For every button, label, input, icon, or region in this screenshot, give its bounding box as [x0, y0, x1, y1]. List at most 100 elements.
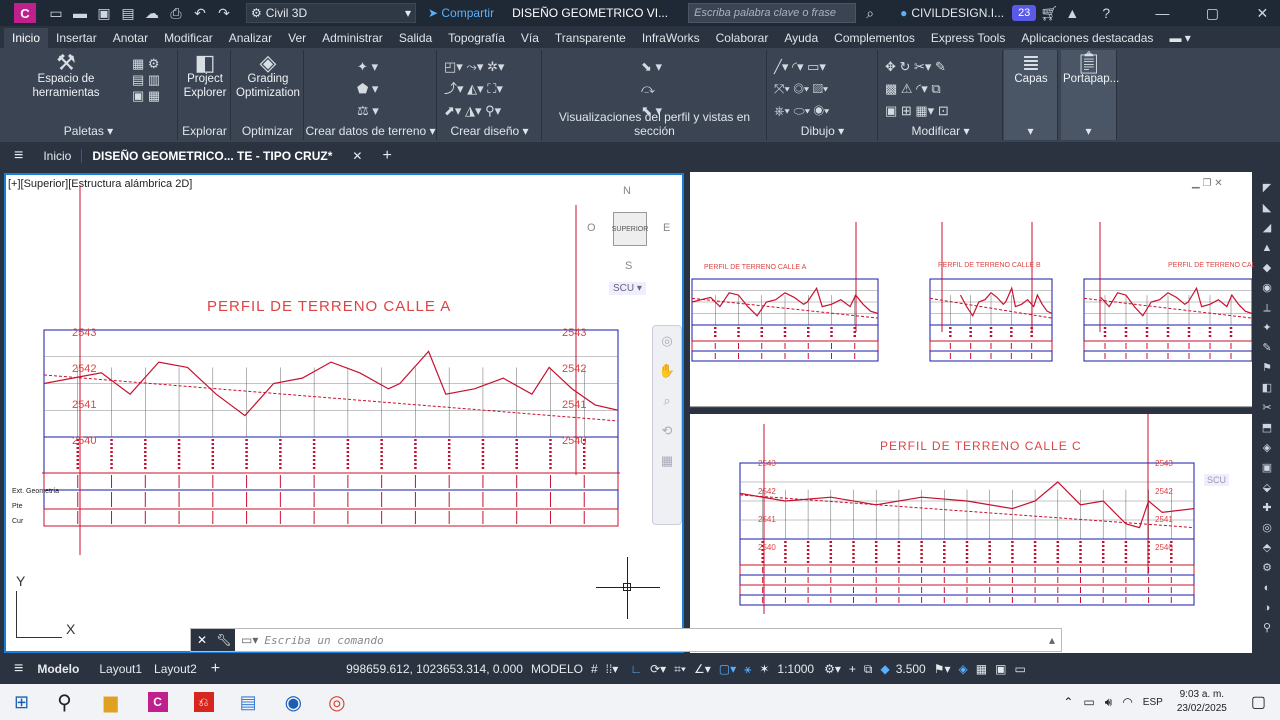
tab-start[interactable]: Inicio — [33, 149, 81, 163]
app-icon[interactable]: ◉ — [285, 690, 302, 715]
menu-icon[interactable]: ≡ — [14, 660, 23, 678]
viewport-right-bottom[interactable]: PERFIL DE TERRENO CALLE C 2543 2542 2541… — [690, 414, 1252, 653]
project-explorer-button[interactable]: ◧ Project Explorer — [181, 52, 229, 100]
viewport-right-top[interactable]: PERFIL DE TERRENO CALLE A PERFIL DE TERR… — [690, 172, 1264, 408]
civil3d-taskbar-icon[interactable]: C — [147, 692, 168, 712]
menu-icon[interactable]: ≡ — [0, 147, 33, 165]
tool-icons[interactable]: ◤ ◣ ◢ ▲ ◆ ◉ ⟂ ✦ ✎ ⚑ ◧ ✂ ⬒ ◈ ▣ ⬙ ✚ ◎ ⬘ ⚙ ◐ ◑ ⚲ — [1254, 172, 1280, 638]
add-layout-icon[interactable]: + — [211, 660, 220, 678]
cloud-icon[interactable]: ☁ — [144, 5, 160, 22]
ortho-icon[interactable]: ∟ — [630, 662, 642, 676]
tab-model[interactable]: Modelo — [37, 662, 79, 676]
close-icon[interactable]: ✕ — [191, 629, 213, 651]
ribbon-tab[interactable]: Ver — [280, 28, 314, 48]
undo-icon[interactable]: ↶ — [192, 5, 208, 22]
workspace-selector[interactable]: ⚙ Civil 3D ▾ — [246, 3, 416, 23]
navigation-bar[interactable]: ◎ ✋ ⌕ ⟲ ▦ — [652, 325, 682, 525]
viewcube-face[interactable]: SUPERIOR — [612, 212, 648, 246]
new-icon[interactable]: ▭ — [48, 5, 64, 22]
wrench-icon[interactable]: 🔧︎ — [213, 629, 235, 651]
tray-chevron-icon[interactable]: ⌃ — [1063, 695, 1073, 709]
ribbon-overflow-icon[interactable]: ▬ ▾ — [1161, 28, 1198, 48]
clean-screen-icon[interactable]: ◈ — [959, 662, 968, 676]
ribbon-tab[interactable]: Express Tools — [923, 28, 1013, 48]
ucs-menu[interactable]: SCU ▾ — [609, 282, 646, 295]
notifications-icon[interactable]: ▢ — [1251, 692, 1266, 712]
ribbon-tab[interactable]: Complementos — [826, 28, 923, 48]
viewcube[interactable]: N O E S SUPERIOR SCU ▾ — [579, 182, 679, 302]
steering-wheel-icon[interactable]: ◎ — [653, 326, 681, 356]
transparency-icon[interactable]: ▢▾ — [719, 662, 736, 676]
command-line[interactable]: ✕ 🔧︎ ▭▾ Escriba un comando ▴ — [190, 628, 1062, 652]
share-button[interactable]: ➤ Compartir — [428, 6, 494, 20]
ribbon-tab[interactable]: Vía — [513, 28, 547, 48]
tab-layout1[interactable]: Layout1 — [99, 662, 142, 676]
ucs-menu[interactable]: SCU — [1204, 474, 1230, 486]
annotation-scale[interactable]: 1:1000 — [777, 662, 814, 676]
ribbon-tab[interactable]: Topografía — [440, 28, 513, 48]
zoom-icon[interactable]: ⌕ — [653, 386, 681, 416]
viewport-window-controls[interactable]: ▁ ❐ ✕ — [1192, 178, 1223, 189]
grading-button[interactable]: ◈ Grading Optimization — [234, 52, 302, 100]
ribbon-tab[interactable]: Modificar — [156, 28, 221, 48]
language[interactable]: ESP — [1143, 697, 1163, 708]
close-tab-icon[interactable]: ✕ — [342, 149, 372, 163]
elevation-value[interactable]: 3.500 — [896, 662, 926, 676]
windows-start-icon[interactable]: ⊞ — [14, 692, 29, 713]
ribbon-tab[interactable]: Inicio — [4, 28, 49, 48]
print-icon[interactable]: ⎙ — [168, 5, 184, 22]
orbit-icon[interactable]: ⟲ — [653, 416, 681, 446]
modify-tools[interactable]: ✥ ↻ ✂▾ ✎ ▩ ⚠ ◜▾ ⧉ ▣ ⊞ ▦▾ ⊡ — [885, 56, 949, 122]
ribbon-tab[interactable]: Administrar — [314, 28, 391, 48]
ribbon-tab[interactable]: Anotar — [105, 28, 156, 48]
notifications-badge[interactable]: 23 — [1012, 5, 1037, 21]
close-icon[interactable]: ✕ — [1254, 5, 1270, 22]
fullscreen-icon[interactable]: ▣ — [995, 662, 1006, 676]
lineweight-icon[interactable]: ∠▾ — [694, 662, 711, 676]
network-icon[interactable]: ▭ — [1083, 695, 1094, 709]
showmotion-icon[interactable]: ▦ — [653, 446, 681, 476]
save-icon[interactable]: ▣ — [96, 5, 112, 22]
customize-icon[interactable]: ▭ — [1014, 662, 1025, 676]
osnap-icon[interactable]: ⌗▾ — [674, 662, 686, 677]
model-space-toggle[interactable]: MODELO — [531, 662, 583, 676]
annotation-icon[interactable]: ⚹ — [744, 662, 751, 677]
layers-status-icon[interactable]: ◆ — [880, 662, 889, 676]
help-icon[interactable]: ? — [1098, 5, 1114, 21]
cart-icon[interactable]: 🛒︎ — [1040, 5, 1058, 22]
search-input[interactable]: Escriba palabra clave o frase — [688, 3, 857, 23]
acrobat-icon[interactable]: ⎌ — [193, 692, 214, 712]
coordinates[interactable]: 998659.612, 1023653.314, 0.000 — [346, 662, 523, 676]
clipboard-button[interactable]: 📋︎ Portapap... — [1063, 52, 1119, 86]
design-tools[interactable]: ◰▾ ⤳▾ ✲▾ ⤴▾ ◭▾ ⛶▾ ⬈▾ ◮▾ ⚲▾ — [444, 56, 504, 122]
command-input[interactable]: Escriba un comando — [264, 634, 383, 647]
user-menu[interactable]: ● CIVILDESIGN.I... — [900, 6, 1004, 20]
draw-tools[interactable]: ╱▾ ◜▾ ▭▾ ⤧▾ ◎▾ ▨▾ ⎈▾ ⬭▾ ◉▾ — [774, 56, 829, 122]
command-history-icon[interactable]: ▴ — [1049, 633, 1055, 647]
polar-icon[interactable]: ⟳▾ — [650, 662, 666, 676]
grid-icon[interactable]: # — [591, 662, 598, 676]
ribbon-tab[interactable]: Insertar — [48, 28, 105, 48]
ribbon-tab[interactable]: Transparente — [547, 28, 634, 48]
ribbon-tab[interactable]: Colaborar — [708, 28, 777, 48]
terrain-tools[interactable]: ✦ ▾ ⬟ ▾ ⚖ ▾ — [357, 56, 379, 122]
layers-dropdown-icon[interactable]: ▾ — [1004, 124, 1057, 138]
app-logo[interactable]: C — [14, 3, 36, 23]
wifi-icon[interactable]: ◠ — [1122, 695, 1132, 709]
annoscale-icon[interactable]: ✶ — [759, 662, 769, 676]
file-explorer-icon[interactable]: ▆ — [104, 692, 118, 713]
tab-active-drawing[interactable]: DISEÑO GEOMETRICO... TE - TIPO CRUZ* — [81, 149, 342, 163]
saveas-icon[interactable]: ▤ — [120, 5, 136, 22]
hardware-icon[interactable]: ▦ — [976, 662, 987, 676]
open-icon[interactable]: ▬ — [72, 5, 88, 21]
ribbon-tab[interactable]: Analizar — [221, 28, 280, 48]
control-panel-icon[interactable]: ▤ — [240, 692, 257, 713]
minimize-icon[interactable]: — — [1154, 5, 1170, 21]
layers-button[interactable]: ≣ Capas — [1006, 52, 1056, 86]
ribbon-tab[interactable]: InfraWorks — [634, 28, 708, 48]
tab-layout2[interactable]: Layout2 — [154, 662, 197, 676]
ribbon-tab[interactable]: Ayuda — [776, 28, 826, 48]
plus-icon[interactable]: + — [849, 662, 856, 676]
clipboard-dropdown-icon[interactable]: ▾ — [1061, 124, 1116, 138]
search-icon[interactable]: ⚲ — [57, 690, 72, 715]
